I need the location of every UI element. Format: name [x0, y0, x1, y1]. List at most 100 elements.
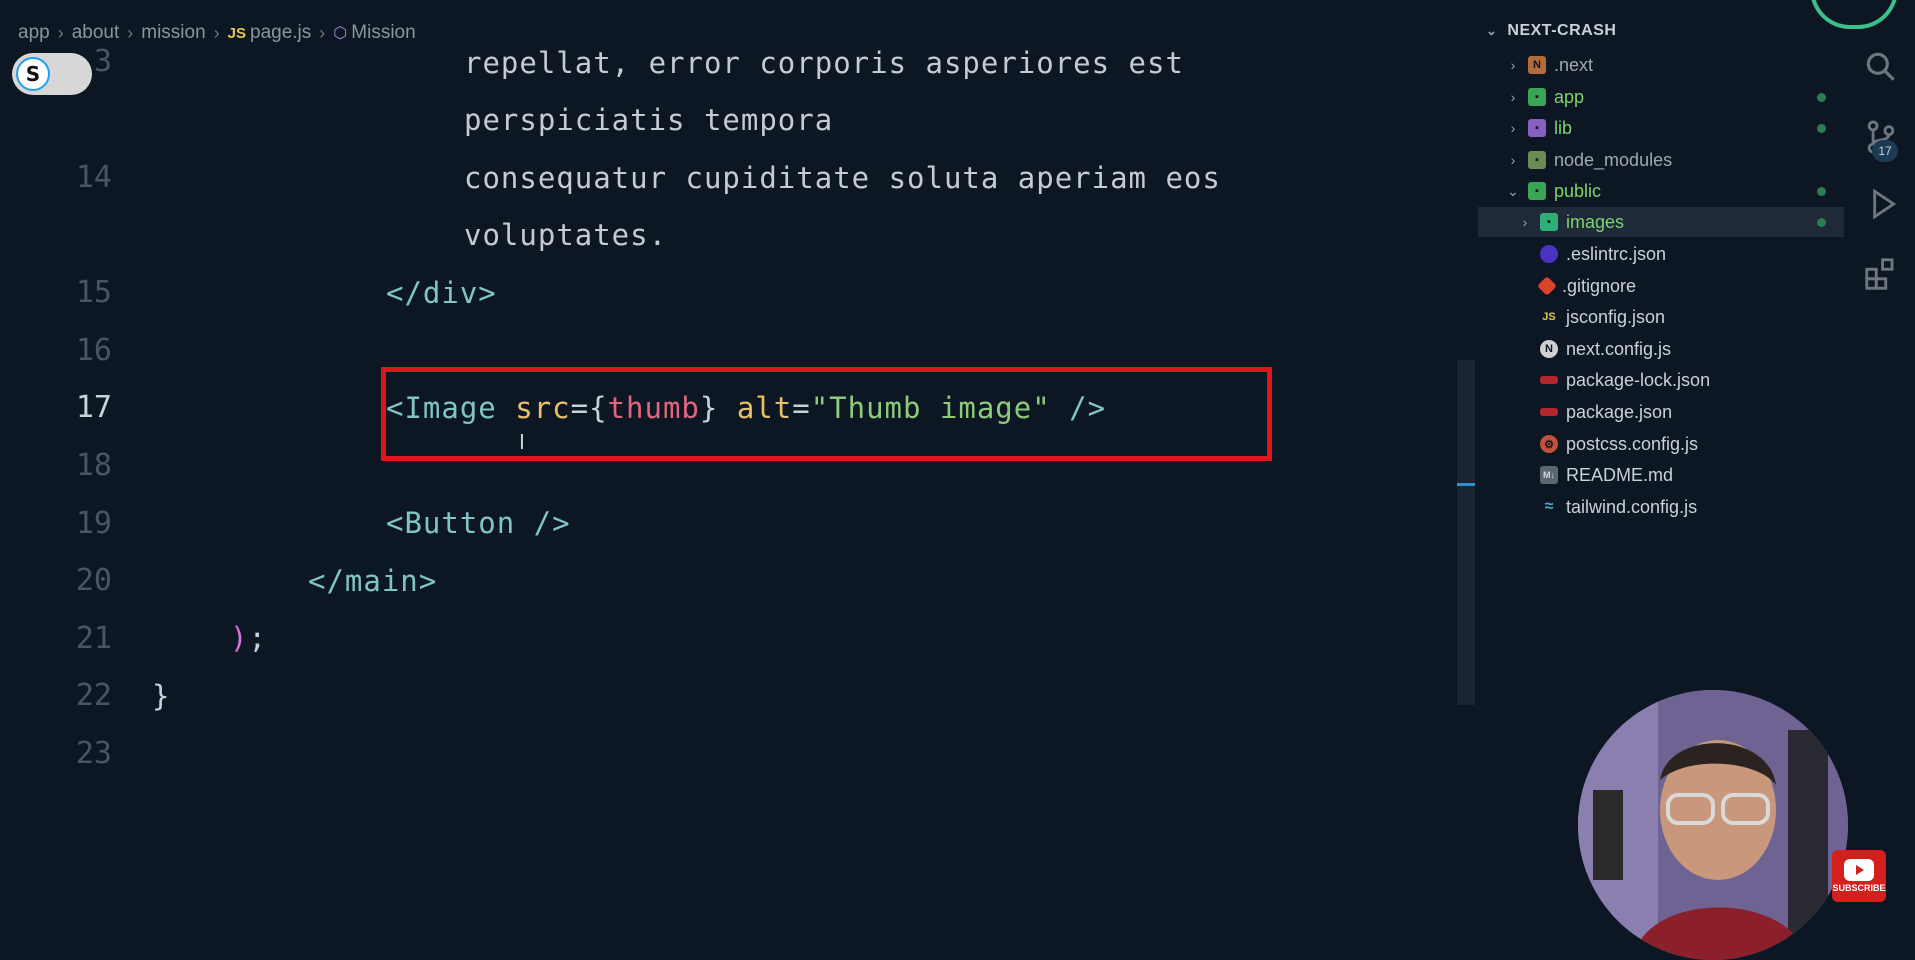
line-number: 21: [75, 621, 112, 656]
tree-folder-images[interactable]: › ▪ images: [1478, 207, 1844, 237]
tree-item-label: node_modules: [1554, 149, 1673, 170]
code-line: }: [152, 679, 171, 713]
youtube-subscribe-button[interactable]: SUBSCRIBE: [1832, 850, 1886, 902]
next-icon: N: [1540, 340, 1558, 358]
breadcrumb-file-label: page.js: [250, 22, 312, 43]
play-icon: [1844, 859, 1874, 881]
tree-folder-public[interactable]: ⌄ ▪ public: [1478, 176, 1844, 206]
tree-file-postcss[interactable]: ⚙ postcss.config.js: [1478, 429, 1844, 459]
chevron-right-icon: ›: [1510, 57, 1516, 73]
search-icon[interactable]: [1862, 48, 1900, 86]
explorer-root[interactable]: ⌄ NEXT-CRASH: [1486, 22, 1616, 40]
breadcrumb-app[interactable]: app: [18, 22, 50, 44]
npm-icon: [1540, 376, 1558, 384]
git-status-dot: [1817, 217, 1826, 227]
tree-file-eslintrc[interactable]: .eslintrc.json: [1478, 239, 1844, 269]
git-status-dot: [1817, 92, 1826, 102]
code-line: );: [230, 621, 267, 655]
tree-file-package-lock[interactable]: package-lock.json: [1478, 365, 1844, 395]
text-cursor-icon: I: [519, 430, 525, 454]
chevron-right-icon: ›: [1522, 214, 1528, 230]
tree-item-label: package.json: [1566, 401, 1673, 422]
tree-folder-lib[interactable]: › ▪ lib: [1478, 113, 1844, 143]
tree-item-label: package-lock.json: [1566, 369, 1711, 390]
code-line: repellat, error corporis asperiores est: [464, 46, 1184, 80]
tree-folder-node-modules[interactable]: › ▪ node_modules: [1478, 145, 1844, 175]
line-number: 16: [75, 333, 112, 368]
markdown-icon: M↓: [1540, 466, 1558, 484]
chevron-right-icon: ›: [213, 22, 220, 43]
line-number: 20: [75, 563, 112, 598]
tree-file-readme[interactable]: M↓ README.md: [1478, 460, 1844, 490]
breadcrumb-file[interactable]: JS page.js: [228, 22, 312, 44]
chevron-down-icon: ⌄: [1486, 23, 1498, 38]
postcss-icon: ⚙: [1540, 435, 1558, 453]
line-number: 3: [93, 44, 112, 79]
tree-folder-app[interactable]: › ▪ app: [1478, 82, 1844, 112]
code-line: </div>: [386, 276, 497, 310]
chevron-right-icon: ›: [319, 22, 326, 43]
tree-file-gitignore[interactable]: .gitignore: [1478, 271, 1844, 301]
folder-images-icon: ▪: [1540, 213, 1558, 231]
tree-item-label: lib: [1554, 117, 1573, 138]
tree-file-tailwind[interactable]: ≈ tailwind.config.js: [1478, 492, 1844, 522]
folder-next-icon: N: [1528, 56, 1546, 74]
line-number: 19: [75, 506, 112, 541]
line-number-active: 17: [75, 390, 112, 425]
tree-folder-next[interactable]: › N .next: [1478, 50, 1844, 80]
tailwind-icon: ≈: [1544, 498, 1554, 515]
source-control-badge: 17: [1872, 140, 1898, 162]
breadcrumb-symbol[interactable]: ⬡ Mission: [333, 22, 415, 44]
tree-file-jsconfig[interactable]: JS jsconfig.json: [1478, 302, 1844, 332]
tree-item-label: .gitignore: [1562, 275, 1637, 296]
editor-scrollbar[interactable]: [1457, 360, 1475, 705]
run-debug-icon[interactable]: [1862, 185, 1900, 223]
tree-item-label: .eslintrc.json: [1566, 243, 1667, 264]
git-status-dot: [1817, 123, 1826, 133]
tree-file-next-config[interactable]: N next.config.js: [1478, 334, 1844, 364]
code-line: consequatur cupiditate soluta aperiam eo…: [464, 161, 1221, 195]
js-file-icon: JS: [227, 25, 247, 42]
js-icon: JS: [1542, 311, 1556, 323]
npm-icon: [1540, 408, 1558, 416]
git-status-dot: [1817, 186, 1826, 196]
tree-item-label: .next: [1554, 54, 1594, 75]
breadcrumb-symbol-label: Mission: [351, 22, 416, 43]
code-line: perspiciatis tempora: [464, 103, 834, 137]
line-number: 22: [75, 678, 112, 713]
folder-app-icon: ▪: [1528, 88, 1546, 106]
chevron-right-icon: ›: [1510, 120, 1516, 136]
folder-public-icon: ▪: [1528, 182, 1546, 200]
chevron-right-icon: ›: [127, 22, 134, 43]
line-number: 15: [75, 275, 112, 310]
extensions-icon[interactable]: [1862, 255, 1900, 293]
tree-item-label: app: [1554, 86, 1585, 107]
breadcrumb: app › about › mission › JS page.js › ⬡ Mis…: [18, 20, 416, 46]
symbol-cube-icon: ⬡: [333, 25, 348, 42]
breadcrumb-mission[interactable]: mission: [141, 22, 205, 44]
line-number: 23: [75, 736, 112, 771]
folder-lib-icon: ▪: [1528, 119, 1546, 137]
git-icon: [1537, 276, 1557, 296]
chevron-right-icon: ›: [1510, 89, 1516, 105]
subscribe-label: SUBSCRIBE: [1832, 883, 1886, 893]
chevron-down-icon: ⌄: [1507, 182, 1519, 199]
folder-node-icon: ▪: [1528, 151, 1546, 169]
code-editor[interactable]: app › about › mission › JS page.js › ⬡ Mis…: [0, 0, 1475, 910]
tree-item-label: images: [1566, 211, 1625, 232]
chevron-right-icon: ›: [1510, 152, 1516, 168]
tree-item-label: public: [1554, 180, 1602, 201]
tree-item-label: postcss.config.js: [1566, 433, 1699, 454]
activity-bar: [1848, 0, 1915, 910]
line-number: 18: [75, 448, 112, 483]
webcam-overlay: [1578, 690, 1848, 960]
tree-item-label: README.md: [1566, 464, 1674, 485]
highlight-box: [381, 367, 1272, 461]
tree-file-package[interactable]: package.json: [1478, 397, 1844, 427]
eslint-icon: [1540, 245, 1558, 263]
code-line: <Button />: [386, 506, 571, 540]
breadcrumb-about[interactable]: about: [72, 22, 120, 44]
code-line: </main>: [308, 564, 438, 598]
line-number: 14: [75, 160, 112, 195]
tree-item-label: next.config.js: [1566, 338, 1672, 359]
